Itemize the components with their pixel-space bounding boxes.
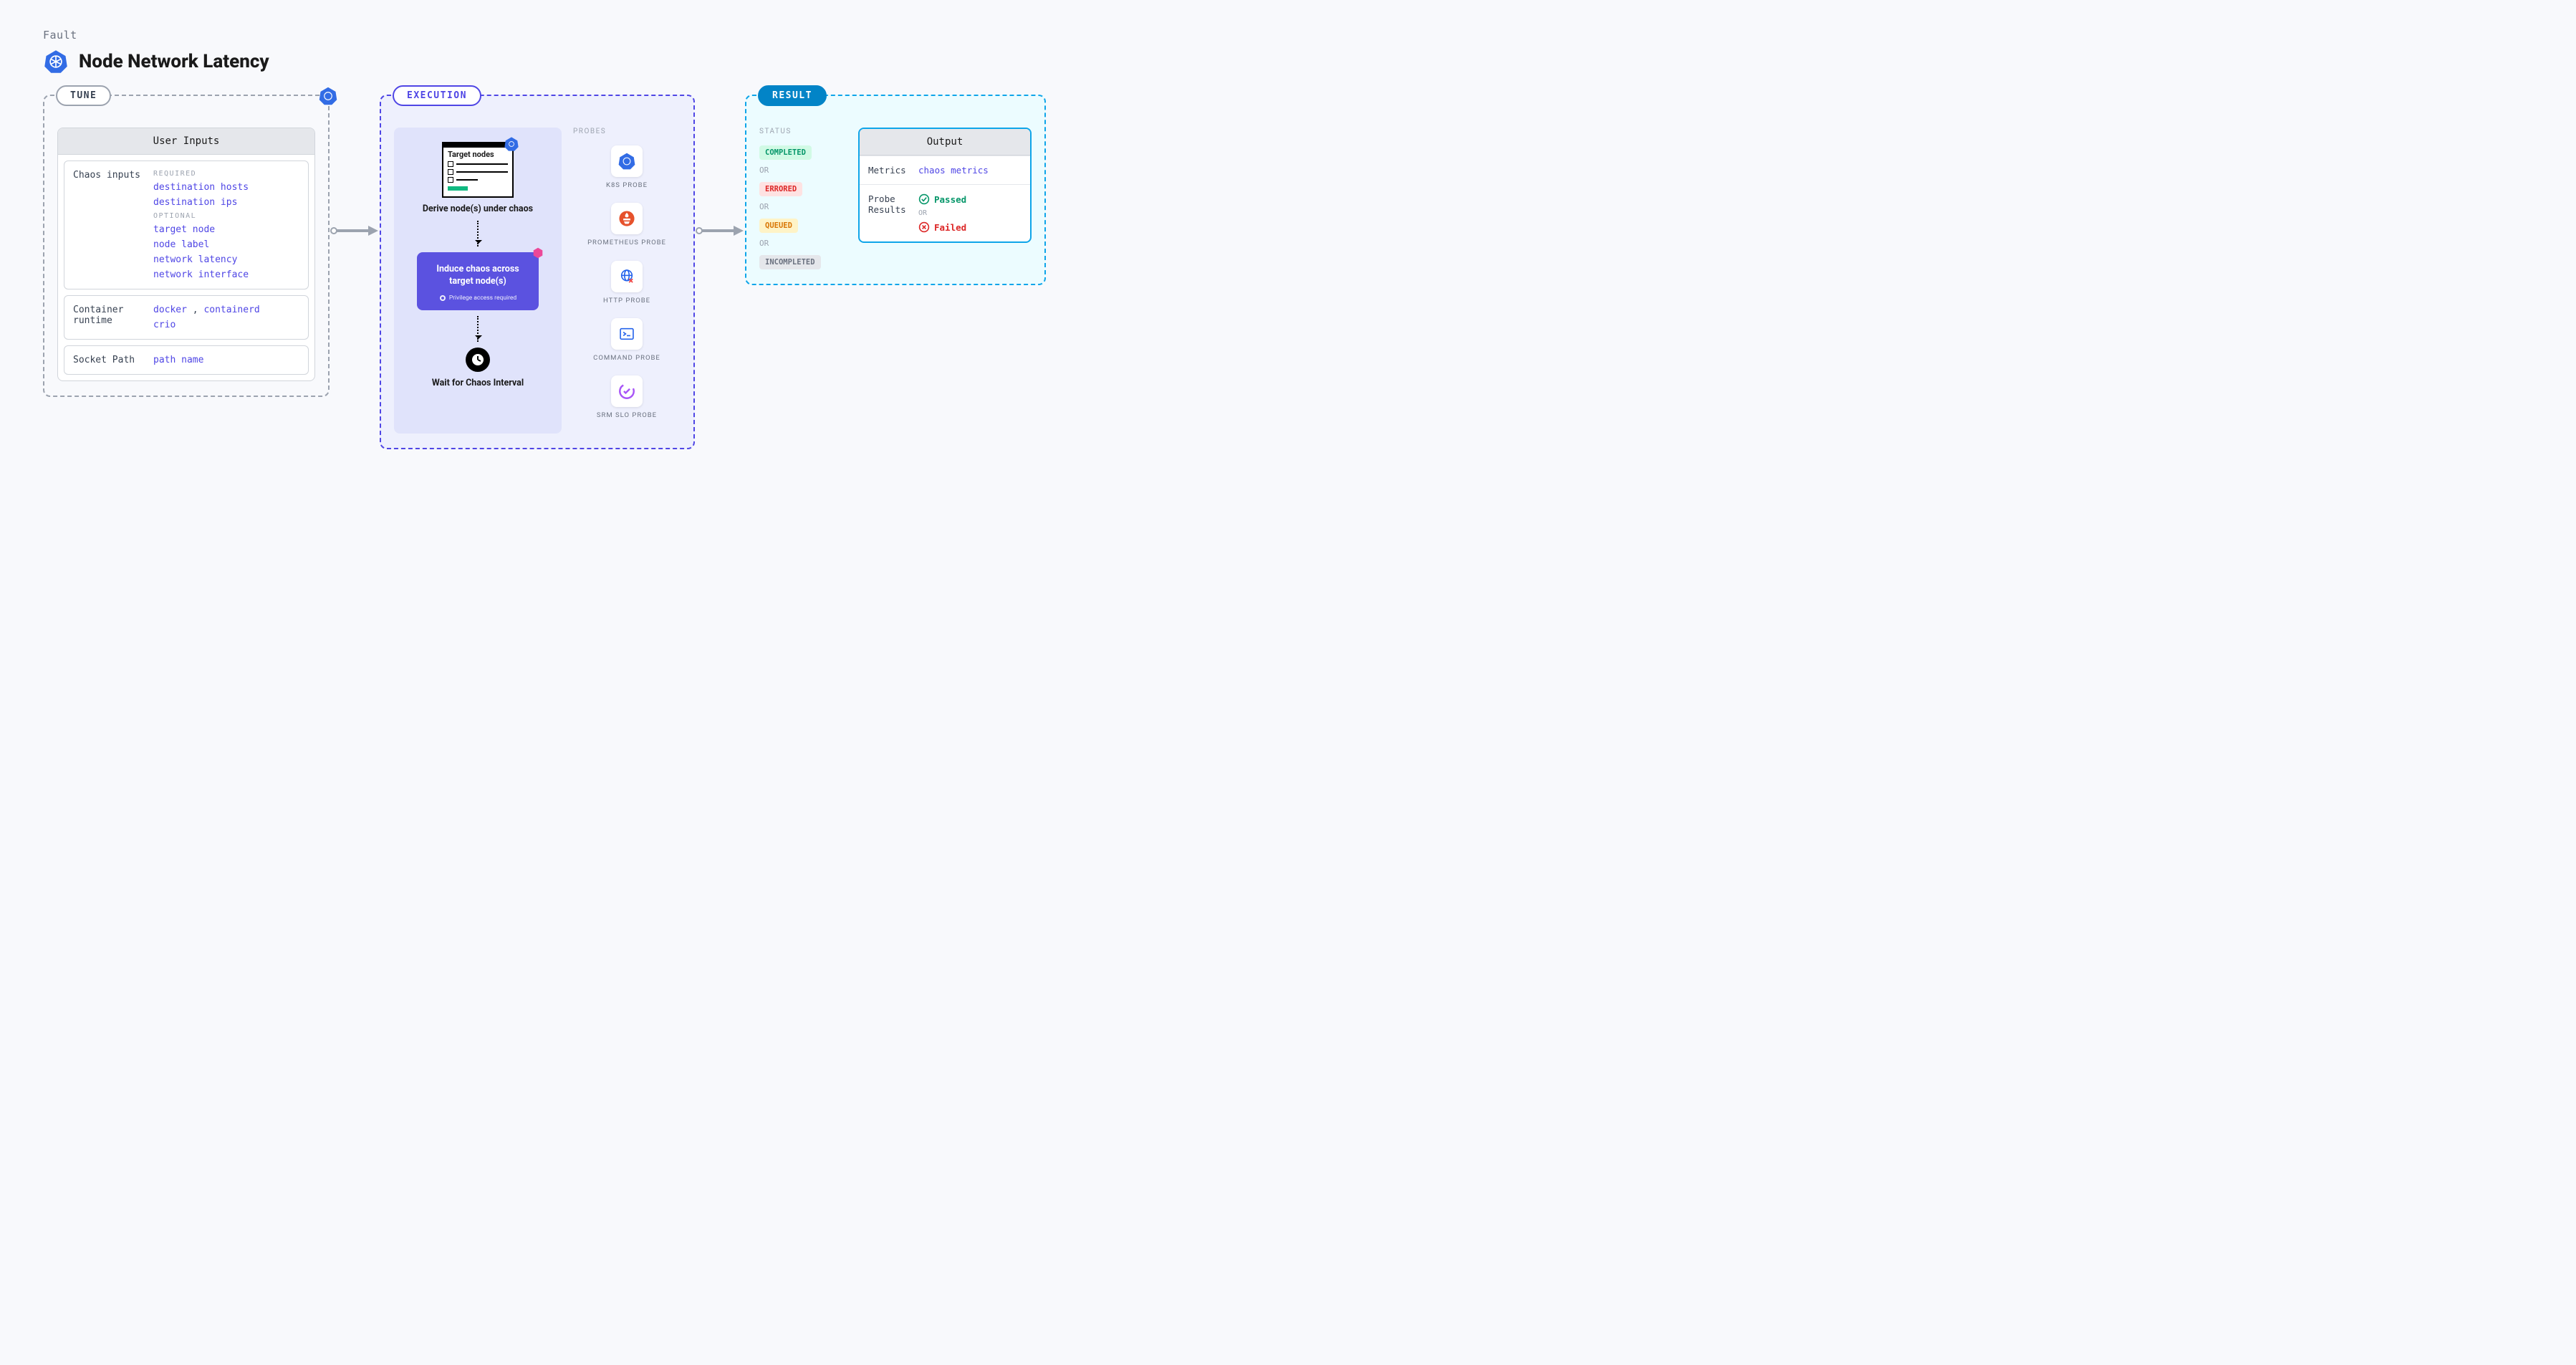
cell-label: Chaos inputs (73, 170, 145, 280)
status-heading: STATUS (759, 128, 845, 135)
cell-label: Socket Path (73, 355, 145, 365)
status-badge-incompleted: INCOMPLETED (759, 255, 821, 269)
execution-flow: Target nodes Derive node(s) under chaos … (394, 128, 562, 434)
induce-chaos-card: Induce chaos across target node(s) Privi… (417, 252, 539, 310)
chaos-cube-icon (532, 246, 544, 259)
container-runtime-row: Container runtime docker , containerd cr… (64, 295, 309, 340)
chaos-inputs-row: Chaos inputs REQUIRED destination hosts … (64, 161, 309, 289)
or-separator: OR (759, 202, 845, 211)
param: destination hosts (153, 182, 299, 193)
tune-phase: TUNE User Inputs Chaos inputs REQUIRED d… (43, 95, 330, 397)
flow-arrow (330, 224, 380, 238)
or-separator: OR (759, 239, 845, 248)
derive-step: Derive node(s) under chaos (423, 203, 533, 215)
x-circle-icon (918, 221, 930, 233)
probe-command: COMMAND PROBE (573, 318, 681, 363)
probe-label: HTTP PROBE (603, 297, 650, 305)
probe-label: PROMETHEUS PROBE (587, 239, 666, 247)
clock-icon (466, 348, 490, 372)
prometheus-icon (611, 203, 643, 234)
param: network interface (153, 269, 299, 280)
target-nodes-card: Target nodes (442, 142, 514, 198)
probe-label: K8S PROBE (606, 181, 648, 190)
tune-label: TUNE (56, 85, 111, 106)
kubernetes-icon (318, 86, 338, 106)
probes-heading: PROBES (573, 128, 681, 135)
breadcrumb: Fault (43, 29, 2533, 42)
kubernetes-icon (504, 136, 519, 152)
cell-label: Container runtime (73, 305, 145, 330)
execution-label: EXECUTION (393, 85, 481, 106)
or-separator: OR (759, 166, 845, 175)
status-badge-errored: ERRORED (759, 182, 802, 196)
status-badge-completed: COMPLETED (759, 145, 812, 160)
optional-heading: OPTIONAL (153, 212, 299, 220)
target-card-title: Target nodes (448, 150, 508, 159)
terminal-icon (611, 318, 643, 350)
execution-phase: EXECUTION Target nodes Derive node(s) un… (380, 95, 695, 449)
probe-http: HTTP PROBE (573, 261, 681, 305)
kubernetes-icon (611, 145, 643, 177)
param: destination ips (153, 197, 299, 208)
probe-results-label: Probe Results (868, 193, 918, 233)
flow-diagram: TUNE User Inputs Chaos inputs REQUIRED d… (43, 95, 2533, 449)
flow-arrow (695, 224, 745, 238)
flow-connector (477, 221, 479, 246)
probe-label: COMMAND PROBE (593, 354, 660, 363)
param: target node (153, 224, 299, 235)
socket-path-value: path name (153, 355, 299, 365)
metrics-label: Metrics (868, 165, 918, 176)
probe-result-passed: Passed (918, 193, 1022, 205)
probe-result-failed: Failed (918, 221, 1022, 233)
induce-step-text: Induce chaos across target node(s) (427, 264, 529, 287)
panel-title: User Inputs (58, 128, 314, 155)
result-phase: RESULT STATUS COMPLETED OR ERRORED OR QU… (745, 95, 1046, 285)
runtime-value: crio (153, 320, 176, 330)
output-panel: Output Metrics chaos metrics Probe Resul… (858, 128, 1032, 243)
probe-label: SRM SLO PROBE (597, 411, 657, 420)
result-label: RESULT (758, 85, 827, 106)
probe-srm-slo: SRM SLO PROBE (573, 375, 681, 420)
runtime-value: docker (153, 305, 187, 315)
probe-prometheus: PROMETHEUS PROBE (573, 203, 681, 247)
wait-step: Wait for Chaos Interval (432, 378, 524, 389)
metrics-value: chaos metrics (918, 165, 1022, 176)
or-separator: OR (918, 209, 1022, 217)
shield-check-icon (611, 375, 643, 407)
kubernetes-icon (43, 49, 69, 75)
globe-icon (611, 261, 643, 292)
status-column: STATUS COMPLETED OR ERRORED OR QUEUED OR… (759, 128, 845, 269)
flow-connector (477, 316, 479, 342)
param: network latency (153, 254, 299, 265)
socket-path-row: Socket Path path name (64, 345, 309, 375)
required-heading: REQUIRED (153, 170, 299, 178)
runtime-value: containerd (203, 305, 259, 315)
page-header: Fault Node Network Latency (43, 29, 2533, 75)
user-inputs-panel: User Inputs Chaos inputs REQUIRED destin… (57, 128, 315, 381)
probes-column: PROBES K8S PROBE PROMETHEUS PROBE HTTP P… (573, 128, 681, 434)
probe-k8s: K8S PROBE (573, 145, 681, 190)
param: node label (153, 239, 299, 250)
privilege-note: Privilege access required (449, 294, 516, 302)
status-badge-queued: QUEUED (759, 219, 798, 233)
output-title: Output (860, 129, 1030, 155)
check-circle-icon (918, 193, 930, 205)
page-title: Node Network Latency (79, 51, 269, 72)
